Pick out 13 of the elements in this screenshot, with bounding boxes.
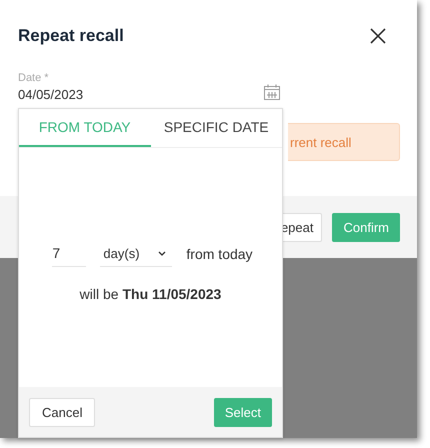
unit-dropdown[interactable]: day(s) xyxy=(100,240,172,266)
chevron-down-icon xyxy=(158,250,166,256)
dialog-title: Repeat recall xyxy=(18,26,124,46)
close-icon[interactable] xyxy=(370,28,386,44)
field-label: Date * xyxy=(18,72,50,84)
number-field[interactable]: 7 xyxy=(52,240,86,267)
result-text: will be Thu 11/05/2023 xyxy=(80,286,222,302)
suffix-label: from today xyxy=(186,246,253,262)
calendar-icon[interactable] xyxy=(264,84,280,100)
date-field[interactable]: 04/05/2023 xyxy=(18,87,84,102)
tab[interactable]: SPECIFIC DATE xyxy=(150,109,282,147)
cancel-button[interactable]: Cancel xyxy=(29,398,96,426)
warning-alert: rrent recall xyxy=(288,123,400,161)
